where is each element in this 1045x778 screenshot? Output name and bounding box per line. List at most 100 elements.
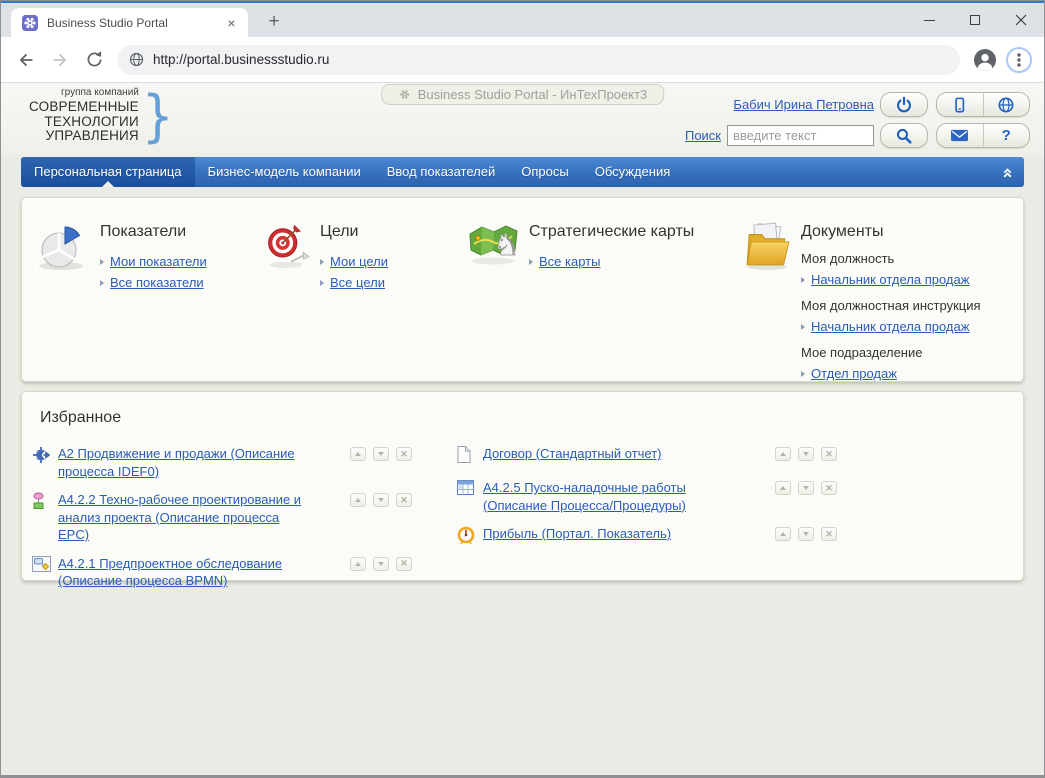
move-down-button[interactable] [798, 527, 814, 541]
favorite-item: Договор (Стандартный отчет) ✕ [457, 445, 837, 468]
move-down-button[interactable] [373, 557, 389, 571]
up-arrow-icon [355, 452, 361, 456]
all-goals-link[interactable]: Все цели [330, 275, 385, 290]
remove-favorite-button[interactable]: ✕ [396, 493, 412, 507]
new-tab-button[interactable]: + [261, 10, 287, 34]
favorite-link-profit-indicator[interactable]: Прибыль (Портал. Показатель) [483, 525, 735, 550]
address-bar[interactable]: http://portal.businessstudio.ru [117, 45, 960, 75]
all-maps-link[interactable]: Все карты [539, 254, 600, 269]
down-arrow-icon [803, 532, 809, 536]
forward-button[interactable] [43, 43, 77, 77]
browser-titlebar: Business Studio Portal × + [1, 3, 1044, 37]
up-arrow-icon [780, 486, 786, 490]
move-up-button[interactable] [350, 557, 366, 571]
nav-tab-discussions[interactable]: Обсуждения [582, 157, 684, 187]
document-icon [457, 446, 471, 463]
move-up-button[interactable] [775, 527, 791, 541]
epc-diagram-icon [32, 492, 45, 510]
remove-icon: ✕ [825, 484, 833, 493]
tab-close-icon[interactable]: × [223, 14, 240, 31]
down-arrow-icon [803, 486, 809, 490]
nav-tab-business-model[interactable]: Бизнес-модель компании [195, 157, 374, 187]
my-department-link[interactable]: Отдел продаж [811, 366, 897, 381]
remove-favorite-button[interactable]: ✕ [396, 557, 412, 571]
arrow-bullet-icon [100, 259, 104, 265]
favorite-link-commissioning[interactable]: А4.2.5 Пуско-наладочные работы (Описание… [483, 479, 735, 514]
portal-title-text: Business Studio Portal - ИнТехПроект3 [418, 87, 648, 102]
remove-favorite-button[interactable]: ✕ [821, 447, 837, 461]
logo-line: ТЕХНОЛОГИИ [29, 115, 139, 130]
favorite-item-actions: ✕ [775, 525, 837, 550]
collapse-menu-button[interactable] [1000, 157, 1015, 187]
main-navigation: Персональная страница Бизнес-модель комп… [21, 157, 1024, 187]
arrow-bullet-icon [801, 277, 805, 283]
arrow-bullet-icon [100, 280, 104, 286]
minimize-button[interactable] [906, 3, 952, 37]
all-indicators-link[interactable]: Все показатели [110, 275, 204, 290]
arrow-bullet-icon [529, 259, 533, 265]
move-up-button[interactable] [775, 447, 791, 461]
mobile-version-button[interactable] [937, 93, 983, 116]
move-up-button[interactable] [350, 493, 366, 507]
down-arrow-icon [378, 562, 384, 566]
browser-window: Business Studio Portal × + [0, 0, 1045, 778]
language-button[interactable] [983, 93, 1030, 116]
section-documents: Документы Моя должность Начальник отдела… [742, 221, 981, 384]
arrow-bullet-icon [320, 259, 324, 265]
move-up-button[interactable] [775, 481, 791, 495]
user-name-link[interactable]: Бабич Ирина Петровна [733, 97, 874, 112]
arrow-bullet-icon [320, 280, 324, 286]
section-title: Стратегические карты [529, 223, 694, 241]
move-down-button[interactable] [373, 447, 389, 461]
browser-tab[interactable]: Business Studio Portal × [11, 8, 248, 37]
favorite-link-bpmn[interactable]: А4.2.1 Предпроектное обследование (Описа… [58, 555, 310, 590]
move-up-button[interactable] [350, 447, 366, 461]
favorite-item: Прибыль (Портал. Показатель) ✕ [457, 525, 837, 550]
maximize-button[interactable] [952, 3, 998, 37]
my-goals-link[interactable]: Мои цели [330, 254, 388, 269]
favorite-link-epc[interactable]: А4.2.2 Техно-рабочее проектирование и ан… [58, 491, 310, 544]
down-arrow-icon [803, 452, 809, 456]
tab-title: Business Studio Portal [47, 16, 223, 30]
favorite-link-contract-report[interactable]: Договор (Стандартный отчет) [483, 445, 735, 468]
feedback-mail-button[interactable] [937, 124, 983, 147]
my-job-description-link[interactable]: Начальник отдела продаж [811, 319, 969, 334]
move-down-button[interactable] [798, 447, 814, 461]
section-strategy-maps: ♞ Стратегические карты Все карты [466, 221, 694, 272]
logo-brace: } [142, 84, 174, 149]
target-icon [265, 221, 313, 269]
envelope-icon [950, 128, 969, 143]
nav-tab-surveys[interactable]: Опросы [508, 157, 581, 187]
back-button[interactable] [9, 43, 43, 77]
forward-icon [49, 49, 71, 71]
search-input[interactable] [727, 125, 874, 146]
portal-gear-icon [398, 88, 411, 101]
remove-favorite-button[interactable]: ✕ [396, 447, 412, 461]
move-down-button[interactable] [798, 481, 814, 495]
remove-favorite-button[interactable]: ✕ [821, 527, 837, 541]
nav-tab-personal-page[interactable]: Персональная страница [21, 157, 195, 187]
move-down-button[interactable] [373, 493, 389, 507]
remove-favorite-button[interactable]: ✕ [821, 481, 837, 495]
bpmn-diagram-icon [32, 556, 51, 572]
minimize-icon [924, 20, 935, 21]
search-button[interactable] [880, 123, 928, 148]
nav-tab-indicator-input[interactable]: Ввод показателей [374, 157, 509, 187]
logo-tagline: группа компаний [29, 87, 139, 98]
browser-menu-button[interactable] [1002, 43, 1036, 77]
browser-profile-button[interactable] [968, 43, 1002, 77]
section-title: Цели [320, 223, 388, 241]
search-link[interactable]: Поиск [685, 128, 721, 143]
help-button[interactable]: ? [983, 124, 1030, 147]
logo-text: группа компаний СОВРЕМЕННЫЕ ТЕХНОЛОГИИ У… [29, 87, 139, 144]
close-button[interactable] [998, 3, 1044, 37]
logout-button[interactable] [880, 92, 928, 117]
remove-icon: ✕ [400, 559, 408, 568]
section-title: Показатели [100, 223, 207, 241]
reload-button[interactable] [77, 43, 111, 77]
my-indicators-link[interactable]: Мои показатели [110, 254, 207, 269]
favorite-link-idef0[interactable]: А2 Продвижение и продажи (Описание проце… [58, 445, 310, 480]
arrow-bullet-icon [801, 324, 805, 330]
my-position-link[interactable]: Начальник отдела продаж [811, 272, 969, 287]
idef0-diagram-icon [32, 446, 50, 464]
